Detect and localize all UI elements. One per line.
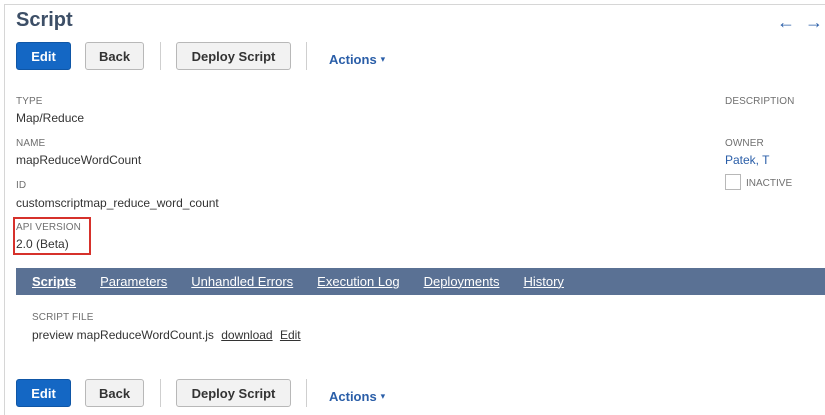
id-value: customscriptmap_reduce_word_count	[16, 196, 219, 210]
actions-menu[interactable]: Actions ▾	[329, 52, 385, 67]
toolbar-divider	[160, 379, 161, 407]
id-label: ID	[16, 180, 27, 191]
tab-unhandled-errors[interactable]: Unhandled Errors	[191, 274, 293, 289]
tab-scripts[interactable]: Scripts	[32, 274, 76, 289]
inactive-checkbox[interactable]	[725, 174, 741, 190]
deploy-script-button[interactable]: Deploy Script	[176, 379, 291, 407]
api-version-value: 2.0 (Beta)	[16, 237, 69, 251]
actions-menu[interactable]: Actions ▾	[329, 389, 385, 404]
name-label: NAME	[16, 138, 46, 149]
owner-label: OWNER	[725, 138, 764, 149]
type-label: TYPE	[16, 96, 43, 107]
toolbar-divider	[160, 42, 161, 70]
actions-label: Actions	[329, 51, 377, 67]
tab-history[interactable]: History	[523, 274, 563, 289]
owner-link[interactable]: Patek, T	[725, 153, 769, 167]
actions-label: Actions	[329, 388, 377, 404]
caret-down-icon: ▾	[380, 390, 386, 401]
type-value: Map/Reduce	[16, 111, 85, 125]
next-arrow-icon[interactable]: →	[805, 13, 823, 31]
tab-deployments[interactable]: Deployments	[424, 274, 500, 289]
subtab-bar: Scripts Parameters Unhandled Errors Exec…	[16, 268, 825, 295]
description-label: DESCRIPTION	[725, 96, 795, 107]
record-nav: ← →	[777, 13, 823, 31]
deploy-script-button[interactable]: Deploy Script	[176, 42, 291, 70]
caret-down-icon: ▾	[380, 53, 386, 64]
back-button[interactable]: Back	[85, 379, 144, 407]
edit-button[interactable]: Edit	[16, 42, 71, 70]
back-button[interactable]: Back	[85, 42, 144, 70]
toolbar-divider	[306, 42, 307, 70]
script-file-row: preview mapReduceWordCount.js download E…	[32, 328, 301, 342]
bottom-toolbar: Edit Back Deploy Script Actions ▾	[16, 379, 385, 407]
tab-parameters[interactable]: Parameters	[100, 274, 167, 289]
top-toolbar: Edit Back Deploy Script Actions ▾	[16, 42, 385, 70]
inactive-label: INACTIVE	[746, 178, 793, 189]
toolbar-divider	[306, 379, 307, 407]
edit-button[interactable]: Edit	[16, 379, 71, 407]
scripts-panel: SCRIPT FILE preview mapReduceWordCount.j…	[16, 295, 825, 360]
api-version-label: API VERSION	[16, 222, 82, 233]
page-title: Script	[16, 9, 73, 31]
download-link[interactable]: download	[221, 328, 272, 342]
previous-arrow-icon[interactable]: ←	[777, 13, 795, 31]
script-file-label: SCRIPT FILE	[32, 312, 94, 323]
name-value: mapReduceWordCount	[16, 153, 142, 167]
tab-execution-log[interactable]: Execution Log	[317, 274, 399, 289]
edit-file-link[interactable]: Edit	[280, 328, 301, 342]
script-file-preview: preview mapReduceWordCount.js	[32, 328, 214, 342]
